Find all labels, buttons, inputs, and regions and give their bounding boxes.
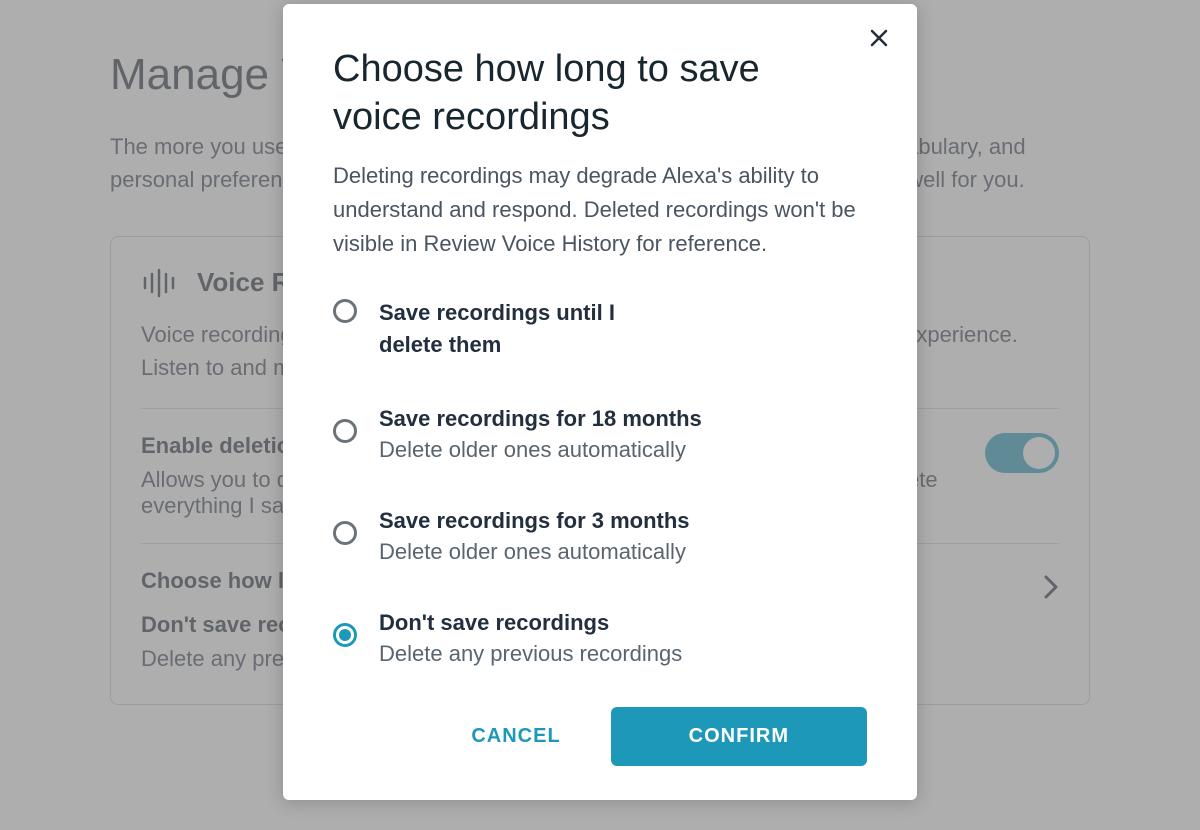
option-18-months[interactable]: Save recordings for 18 months Delete old…: [333, 403, 867, 463]
option-sublabel: Delete older ones automatically: [379, 539, 867, 565]
save-recordings-dialog: Choose how long to save voice recordings…: [283, 4, 917, 800]
option-sublabel: Delete older ones automatically: [379, 437, 867, 463]
radio-icon: [333, 623, 357, 647]
option-label: Save recordings until I delete them: [379, 297, 679, 361]
dialog-title: Choose how long to save voice recordings: [333, 46, 867, 141]
modal-overlay: Choose how long to save voice recordings…: [0, 0, 1200, 830]
option-dont-save[interactable]: Don't save recordings Delete any previou…: [333, 607, 867, 667]
option-until-delete[interactable]: Save recordings until I delete them: [333, 297, 867, 361]
option-sublabel: Delete any previous recordings: [379, 641, 867, 667]
radio-icon: [333, 419, 357, 443]
dialog-subtitle: Deleting recordings may degrade Alexa's …: [333, 159, 867, 261]
cancel-button[interactable]: CANCEL: [437, 707, 594, 766]
option-3-months[interactable]: Save recordings for 3 months Delete olde…: [333, 505, 867, 565]
option-label: Save recordings for 18 months: [379, 403, 867, 435]
radio-icon: [333, 521, 357, 545]
option-label: Don't save recordings: [379, 607, 867, 639]
radio-icon: [333, 299, 357, 323]
dialog-actions: CANCEL CONFIRM: [333, 707, 867, 766]
confirm-button[interactable]: CONFIRM: [611, 707, 867, 766]
option-label: Save recordings for 3 months: [379, 505, 867, 537]
close-icon[interactable]: [869, 28, 889, 53]
radio-group: Save recordings until I delete them Save…: [333, 297, 867, 666]
